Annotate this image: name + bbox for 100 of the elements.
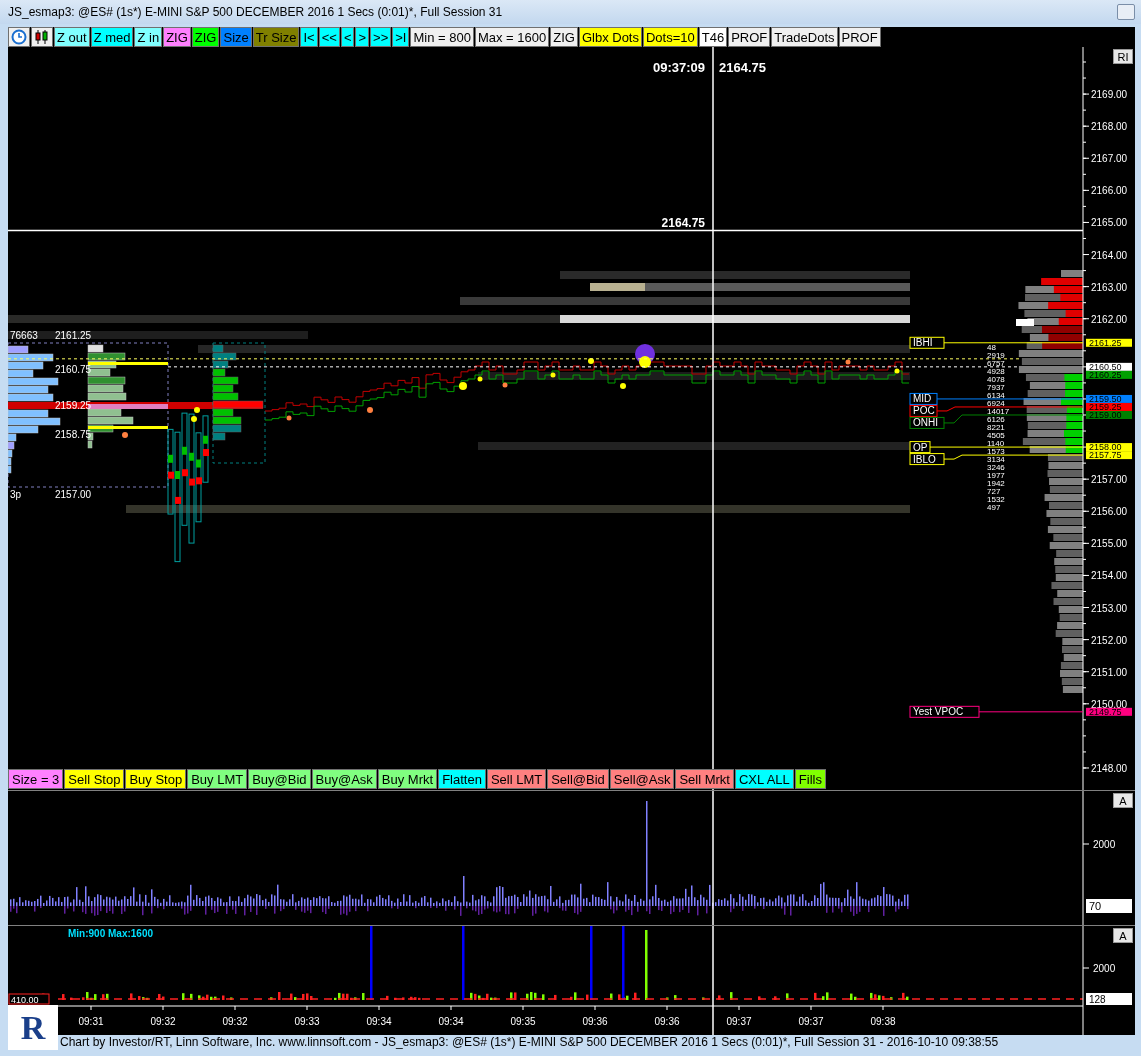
order-button[interactable]: Sell@Ask: [609, 769, 675, 789]
time-label: 09:34: [366, 1016, 392, 1027]
volume-value: 2919: [987, 351, 1005, 360]
profile-label: 3p: [10, 489, 22, 500]
level-label: IBLO: [909, 453, 945, 466]
chart-type-button[interactable]: [31, 27, 53, 47]
level-label: POC: [909, 404, 938, 417]
toolbar-button[interactable]: PROF: [838, 27, 881, 47]
toolbar-button[interactable]: Z in: [134, 27, 163, 47]
toolbar-button[interactable]: Min = 800: [410, 27, 474, 47]
toolbar-button[interactable]: ZIG: [163, 27, 191, 47]
profile-label: 76663: [10, 330, 38, 341]
volume-value: 14017: [987, 407, 1010, 416]
window-title: JS_esmap3: @ES# (1s*) E-MINI S&P 500 DECEMBER 2016 1 Secs (0:01)*, Full Session 31: [8, 5, 503, 19]
level-label: Yest VPOC: [909, 705, 980, 718]
order-button[interactable]: Sell@Bid: [547, 769, 609, 789]
axis-button[interactable]: A: [1113, 793, 1133, 808]
toolbar-button[interactable]: PROF: [728, 27, 771, 47]
time-label: 09:33: [294, 1016, 320, 1027]
time-label: 09:38: [870, 1016, 896, 1027]
time-label: 09:36: [654, 1016, 680, 1027]
toolbar-button[interactable]: <: [340, 27, 355, 47]
toolbar-button[interactable]: Size: [220, 27, 252, 47]
volume-value: 48: [987, 343, 996, 352]
value-tag: 70: [1086, 899, 1132, 913]
profile-label: 2158.75: [55, 429, 92, 440]
price-axis-label: 2157.00: [1091, 474, 1128, 486]
price-tag: 2159.50: [1086, 393, 1132, 404]
toolbar-button[interactable]: Z out: [54, 27, 90, 47]
axis-button[interactable]: A: [1113, 928, 1133, 943]
volume-value: 1942: [987, 479, 1005, 488]
status-text: Chart by Investor/RT, Linn Software, Inc. www.linnsoft.com - JS_esmap3: @ES# (1s*) E-MINI S&P 500 DECEMBER 2016 1 Secs (0:01)*, Full Session 31 - 2016-10-10 09:38:55: [59, 1035, 1000, 1050]
volume-value: 1573: [987, 447, 1005, 456]
toolbar-button[interactable]: Dots=10: [643, 27, 698, 47]
volume-value: 4078: [987, 375, 1005, 384]
order-button[interactable]: Buy@Bid: [248, 769, 311, 789]
volume-value: 1977: [987, 471, 1005, 480]
toolbar-button[interactable]: >I: [392, 27, 410, 47]
order-button[interactable]: Buy Stop: [125, 769, 187, 789]
toolbar-button[interactable]: <<: [318, 27, 340, 47]
price-axis-label: 2164.00: [1091, 249, 1128, 261]
price-tag: 2160.25: [1086, 369, 1132, 380]
indicator-caption: Min:900 Max:1600: [68, 928, 154, 939]
price-tag: 2157.75: [1086, 450, 1132, 461]
order-button[interactable]: Flatten: [438, 769, 486, 789]
order-button[interactable]: Buy Mrkt: [377, 769, 438, 789]
toolbar-button[interactable]: Glbx Dots: [578, 27, 642, 47]
window-button[interactable]: [1117, 4, 1135, 20]
order-button[interactable]: Buy@Ask: [311, 769, 377, 789]
toolbar-button[interactable]: ZIG: [550, 27, 578, 47]
price-tag: 2158.00: [1086, 442, 1132, 453]
time-label: 09:32: [222, 1016, 248, 1027]
toolbar-button[interactable]: Max = 1600: [474, 27, 550, 47]
toolbar-button[interactable]: >>: [370, 27, 392, 47]
toolbar-button[interactable]: Tr Size: [252, 27, 300, 47]
volume-value: 6924: [987, 399, 1005, 408]
order-button[interactable]: Sell LMT: [486, 769, 547, 789]
toolbar-button[interactable]: I<: [300, 27, 318, 47]
toolbar-button[interactable]: TradeDots: [771, 27, 838, 47]
order-button[interactable]: Buy LMT: [187, 769, 248, 789]
price-axis-label: 2151.00: [1091, 666, 1128, 678]
marker-label: 410.00: [8, 993, 50, 1005]
price-axis-label: 2163.00: [1091, 281, 1128, 293]
price-tag: 2159.25: [1086, 401, 1132, 412]
axis-button[interactable]: RI: [1113, 49, 1133, 64]
time-label: 09:37: [798, 1016, 824, 1027]
volume-value: 1140: [987, 439, 1005, 448]
order-button[interactable]: Sell Stop: [64, 769, 125, 789]
profile-label: 2157.00: [55, 489, 92, 500]
price-axis-label: 2169.00: [1091, 89, 1128, 101]
logo: R: [8, 1005, 58, 1050]
order-button[interactable]: CXL ALL: [734, 769, 794, 789]
volume-value: 727: [987, 487, 1001, 496]
volume-value: 6134: [987, 391, 1005, 400]
toolbar-button[interactable]: >: [355, 27, 370, 47]
profile-label: 2159.25: [55, 400, 92, 411]
toolbar-button[interactable]: ZIG: [191, 27, 220, 47]
volume-value: 3246: [987, 463, 1005, 472]
price-axis-label: 2166.00: [1091, 185, 1128, 197]
time-label: 09:34: [438, 1016, 464, 1027]
level-label: MID: [909, 392, 938, 405]
crosshair-time: 09:37:09: [653, 60, 706, 75]
volume-value: 6757: [987, 359, 1005, 368]
value-tag: 128: [1086, 993, 1132, 1005]
price-axis-label: 2148.00: [1091, 763, 1128, 774]
order-button[interactable]: Size = 3: [8, 769, 64, 789]
volume-value: 4505: [987, 431, 1005, 440]
price-axis-label: 2168.00: [1091, 121, 1128, 133]
time-label: 09:35: [510, 1016, 536, 1027]
axis-label: 2000: [1093, 963, 1116, 974]
toolbar-button[interactable]: T46: [698, 27, 728, 47]
profile-label: 2160.75: [55, 364, 92, 375]
order-button[interactable]: Fills: [794, 769, 826, 789]
time-label: 09:31: [78, 1016, 104, 1027]
price-tag: 2160.50: [1086, 361, 1132, 372]
time-label: 09:32: [150, 1016, 176, 1027]
clock-button[interactable]: [8, 27, 30, 47]
toolbar-button[interactable]: Z med: [90, 27, 134, 47]
clock-icon: [11, 29, 27, 45]
order-button[interactable]: Sell Mrkt: [675, 769, 734, 789]
